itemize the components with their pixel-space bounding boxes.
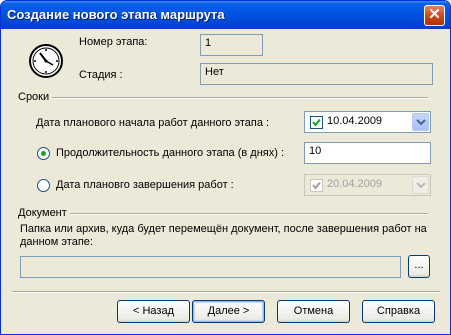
chevron-down-icon (416, 182, 426, 189)
planned-start-checkbox[interactable] (310, 116, 323, 129)
next-button[interactable]: Далее > (192, 300, 265, 323)
cancel-button[interactable]: Отмена (277, 300, 350, 323)
planned-end-value: 20.04.2009 (327, 178, 383, 190)
planned-start-label: Дата планового начала работ данного этап… (36, 117, 270, 129)
duration-input[interactable]: 10 (304, 142, 431, 164)
duration-value: 10 (309, 145, 322, 157)
planned-end-dropdown-button[interactable] (412, 176, 429, 194)
clock-icon (29, 44, 63, 78)
help-button[interactable]: Справка (362, 300, 435, 323)
dialog-body: Номер этапа: 1 Стадия : Нет Сроки Дата п… (4, 29, 447, 332)
close-button[interactable]: ✕ (424, 5, 445, 26)
close-icon: ✕ (428, 6, 441, 23)
stage-number-label: Номер этапа: (79, 36, 148, 48)
planned-end-checkbox[interactable] (310, 179, 323, 192)
back-button[interactable]: < Назад (117, 300, 190, 323)
terms-section-title: Сроки (18, 91, 53, 103)
planned-start-date-picker[interactable]: 10.04.2009 (304, 111, 431, 133)
document-description: Папка или архив, куда будет перемещён до… (20, 223, 427, 248)
dialog-window: Создание нового этапа маршрута ✕ Номер э… (0, 0, 451, 335)
stage-number-field: 1 (200, 34, 263, 56)
bottom-divider (12, 291, 440, 293)
browse-button[interactable]: ... (408, 255, 430, 278)
duration-radio[interactable] (37, 147, 50, 160)
title-bar[interactable]: Создание нового этапа маршрута ✕ (1, 1, 450, 29)
stage-number-value: 1 (205, 37, 212, 49)
planned-end-label[interactable]: Дата плановго завершения работ : (56, 179, 234, 191)
check-icon (312, 181, 321, 190)
planned-end-date-picker[interactable]: 20.04.2009 (304, 174, 431, 196)
window-title: Создание нового этапа маршрута (7, 7, 225, 22)
planned-end-radio[interactable] (37, 179, 50, 192)
planned-start-dropdown-button[interactable] (412, 113, 429, 131)
terms-divider (18, 97, 428, 99)
check-icon (312, 118, 321, 127)
document-divider (18, 213, 428, 215)
chevron-down-icon (416, 119, 426, 126)
duration-label[interactable]: Продолжительность данного этапа (в днях)… (56, 147, 284, 159)
document-section-title: Документ (18, 207, 70, 219)
stage-value: Нет (205, 66, 224, 78)
stage-label: Стадия : (79, 69, 123, 81)
planned-start-value: 10.04.2009 (327, 115, 383, 127)
stage-field: Нет (200, 63, 433, 85)
document-path-field[interactable] (20, 256, 401, 278)
